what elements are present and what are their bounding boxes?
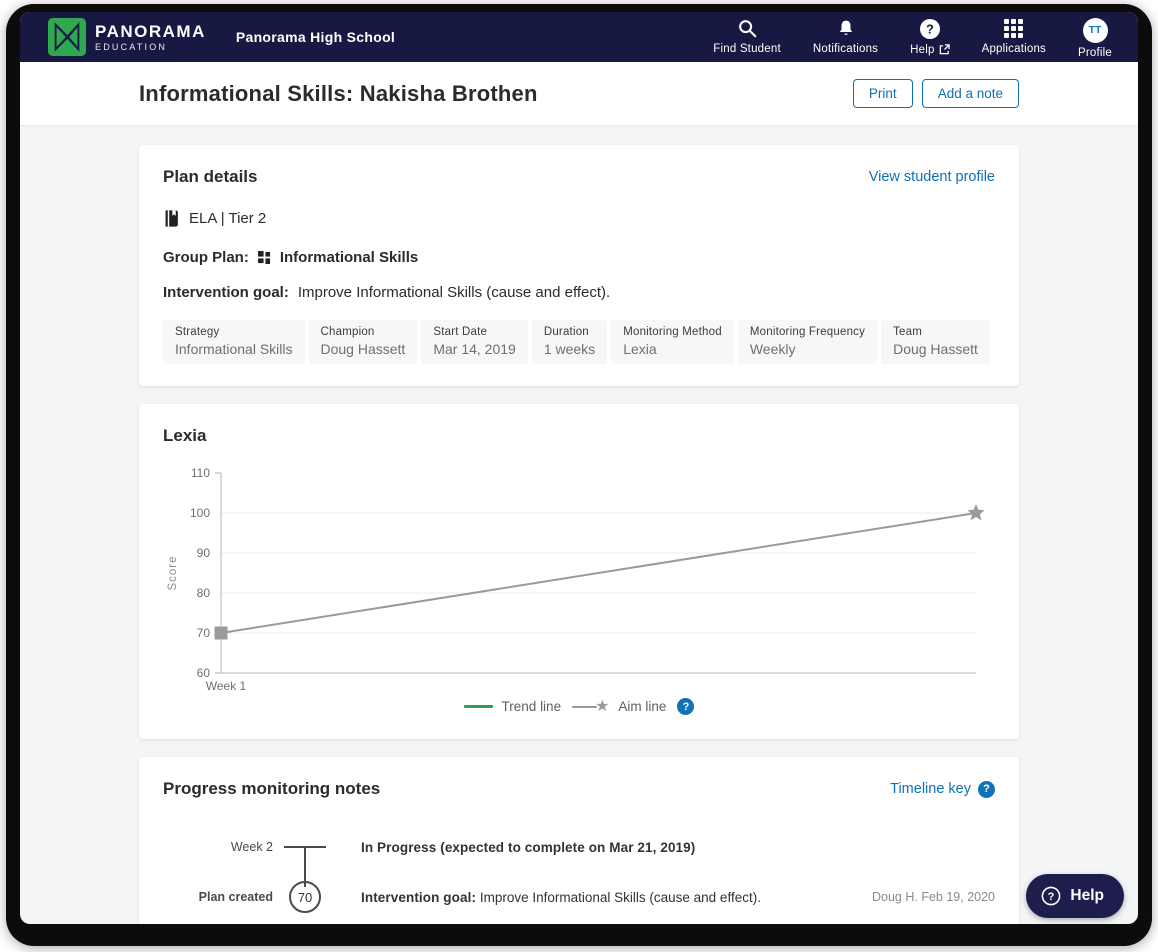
group-plan-label: Group Plan: <box>163 249 249 266</box>
svg-text:90: 90 <box>197 546 211 560</box>
apps-grid-icon <box>1004 19 1024 39</box>
legend-aim-line: ★ Aim line <box>572 699 666 714</box>
bell-icon <box>836 18 856 39</box>
help-circle-icon: ? <box>919 18 941 40</box>
nav-actions: Find Student Notifications ? Help <box>713 16 1112 59</box>
field-strategy: Strategy Informational Skills <box>163 320 305 364</box>
field-monitoring-method: Monitoring Method Lexia <box>611 320 734 364</box>
svg-text:60: 60 <box>197 666 211 680</box>
legend-trend-line: Trend line <box>464 699 562 714</box>
floating-help-button[interactable]: ? Help <box>1026 874 1124 918</box>
timeline-event-plan-created: Plan created 70 Intervention goal: Impro… <box>163 881 995 913</box>
plan-details-card: Plan details View student profile ELA | … <box>139 145 1019 386</box>
intervention-goal-value: Improve Informational Skills (cause and … <box>298 284 610 301</box>
nav-help[interactable]: ? Help <box>910 16 949 56</box>
nav-applications-label: Applications <box>982 43 1046 55</box>
school-name: Panorama High School <box>236 29 395 45</box>
nav-notifications[interactable]: Notifications <box>813 16 878 55</box>
top-nav: PANORAMA EDUCATION Panorama High School … <box>20 12 1138 62</box>
brand-subname: EDUCATION <box>95 43 206 52</box>
nav-profile[interactable]: TT Profile <box>1078 16 1112 59</box>
plan-details-title: Plan details <box>163 167 869 187</box>
timeline-goal-label: Intervention goal: <box>361 890 476 905</box>
group-plan-row: Group Plan: Informational Skills <box>163 249 995 266</box>
external-link-icon <box>939 44 950 55</box>
lexia-chart-card: Lexia 60 70 80 90 100 110 Week 1 Score Trend li… <box>139 404 1019 739</box>
svg-text:100: 100 <box>190 506 210 520</box>
help-outline-icon: ? <box>1041 886 1061 906</box>
svg-text:Score: Score <box>167 555 179 590</box>
avatar: TT <box>1083 18 1108 43</box>
search-icon <box>737 18 758 39</box>
window-frame: PANORAMA EDUCATION Panorama High School … <box>6 4 1152 946</box>
nav-find-student-label: Find Student <box>713 43 781 55</box>
svg-text:?: ? <box>1048 891 1055 903</box>
field-monitoring-frequency: Monitoring Frequency Weekly <box>738 320 877 364</box>
trend-line-swatch <box>464 705 493 708</box>
field-start-date: Start Date Mar 14, 2019 <box>421 320 528 364</box>
timeline-event-label: Week 2 <box>163 840 273 854</box>
star-icon: ★ <box>595 702 609 712</box>
page-header: Informational Skills: Nakisha Brothen Pr… <box>20 62 1138 125</box>
aim-line-swatch <box>572 706 597 708</box>
page-title: Informational Skills: Nakisha Brothen <box>139 81 853 107</box>
timeline-goal-text: Improve Informational Skills (cause and … <box>480 890 761 905</box>
plan-fields-row: Strategy Informational Skills Champion D… <box>163 320 995 364</box>
field-team: Team Doug Hassett <box>881 320 990 364</box>
intervention-goal-row: Intervention goal: Improve Informational… <box>163 284 995 301</box>
main-content: Plan details View student profile ELA | … <box>20 125 1138 924</box>
svg-text:?: ? <box>926 21 934 36</box>
print-button[interactable]: Print <box>853 79 913 108</box>
aim-line-help-icon[interactable] <box>677 698 694 715</box>
timeline-event-meta: Doug H. Feb 19, 2020 <box>860 890 995 904</box>
book-icon <box>163 209 180 228</box>
score-chart: 60 70 80 90 100 110 Week 1 Score <box>163 458 995 694</box>
app-window: PANORAMA EDUCATION Panorama High School … <box>20 12 1138 924</box>
nav-profile-label: Profile <box>1078 47 1112 59</box>
progress-notes-title: Progress monitoring notes <box>163 779 890 799</box>
nav-find-student[interactable]: Find Student <box>713 16 781 55</box>
group-plan-value: Informational Skills <box>280 249 418 266</box>
timeline-event-label: Plan created <box>163 890 273 904</box>
nav-applications[interactable]: Applications <box>982 16 1046 55</box>
view-student-profile-link[interactable]: View student profile <box>869 169 995 185</box>
svg-text:Week 1: Week 1 <box>206 679 247 693</box>
svg-text:70: 70 <box>197 626 211 640</box>
add-note-button[interactable]: Add a note <box>922 79 1019 108</box>
timeline-event-week2: Week 2 In Progress (expected to complete… <box>163 835 995 859</box>
panorama-logo-icon <box>48 18 86 56</box>
chart-title: Lexia <box>163 426 995 446</box>
timeline-connector-line <box>304 847 306 887</box>
subject-tier: ELA | Tier 2 <box>189 210 266 227</box>
field-duration: Duration 1 weeks <box>532 320 607 364</box>
notes-timeline: Week 2 In Progress (expected to complete… <box>163 835 995 913</box>
timeline-event-text: In Progress (expected to complete on Mar… <box>361 840 695 855</box>
timeline-key-link[interactable]: Timeline key <box>890 781 995 798</box>
timeline-key-help-icon <box>978 781 995 798</box>
group-plan-icon <box>258 251 271 264</box>
svg-text:110: 110 <box>191 466 210 480</box>
chart-legend: Trend line ★ Aim line <box>163 698 995 717</box>
progress-notes-card: Progress monitoring notes Timeline key W… <box>139 757 1019 924</box>
intervention-goal-label: Intervention goal: <box>163 284 289 301</box>
svg-text:80: 80 <box>197 586 211 600</box>
panorama-logo[interactable]: PANORAMA EDUCATION <box>48 18 206 56</box>
field-champion: Champion Doug Hassett <box>309 320 418 364</box>
subject-row: ELA | Tier 2 <box>163 209 995 228</box>
nav-notifications-label: Notifications <box>813 43 878 55</box>
brand-name: PANORAMA <box>95 23 206 40</box>
nav-help-label: Help <box>910 44 949 56</box>
